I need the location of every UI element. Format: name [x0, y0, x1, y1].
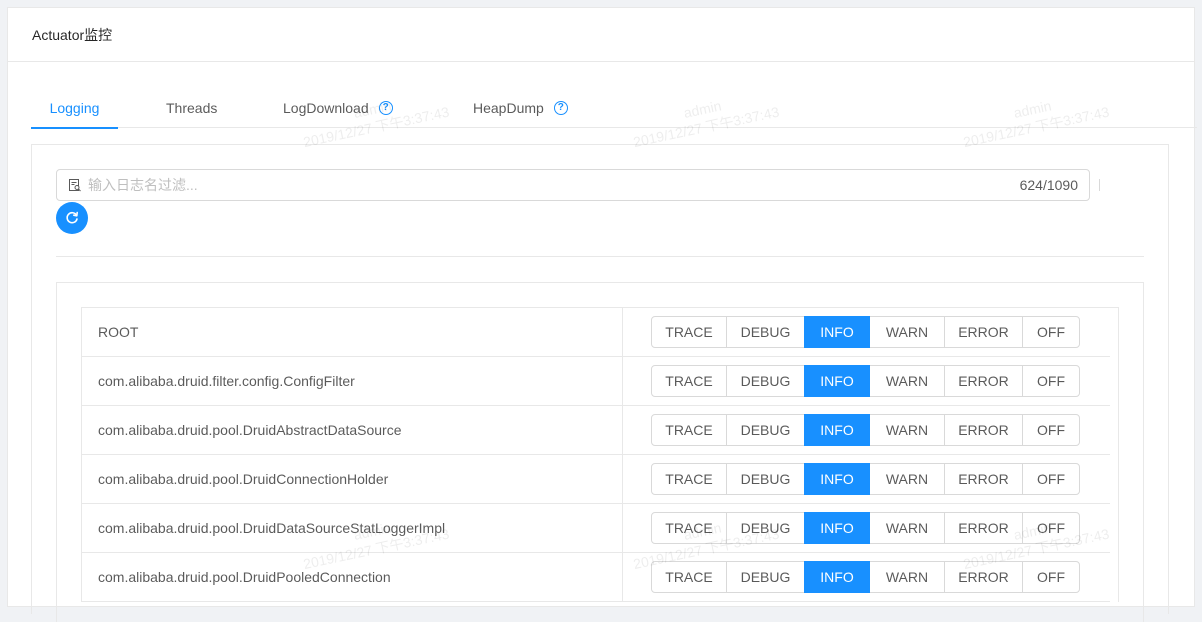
logger-name: com.alibaba.druid.pool.DruidAbstractData… — [82, 406, 623, 454]
level-debug-button[interactable]: DEBUG — [726, 512, 805, 544]
tab-threads[interactable]: Threads — [166, 87, 217, 128]
table-row: ROOT TRACE DEBUG INFO WARN ERROR OFF — [82, 308, 1110, 357]
log-level-radio-group: TRACE DEBUG INFO WARN ERROR OFF — [623, 455, 1110, 503]
level-trace-button[interactable]: TRACE — [651, 414, 727, 446]
log-level-buttons: TRACE DEBUG INFO WARN ERROR OFF — [651, 365, 1080, 397]
logger-table-container: ROOT TRACE DEBUG INFO WARN ERROR OFF com.alibab… — [56, 282, 1144, 622]
level-error-button[interactable]: ERROR — [944, 365, 1023, 397]
log-level-radio-group: TRACE DEBUG INFO WARN ERROR OFF — [623, 406, 1110, 454]
level-debug-button[interactable]: DEBUG — [726, 561, 805, 593]
level-off-button[interactable]: OFF — [1022, 463, 1080, 495]
table-row: com.alibaba.druid.pool.DruidDataSourceSt… — [82, 504, 1110, 553]
level-warn-button[interactable]: WARN — [869, 463, 945, 495]
level-warn-button[interactable]: WARN — [869, 365, 945, 397]
level-warn-button[interactable]: WARN — [869, 561, 945, 593]
page-title: Actuator监控 — [32, 26, 113, 43]
logger-table: ROOT TRACE DEBUG INFO WARN ERROR OFF com.alibab… — [81, 307, 1119, 602]
tab-logdownload[interactable]: LogDownload ? — [283, 87, 393, 128]
level-info-button[interactable]: INFO — [804, 365, 870, 397]
level-error-button[interactable]: ERROR — [944, 512, 1023, 544]
card-header: Actuator监控 — [8, 8, 1194, 62]
level-off-button[interactable]: OFF — [1022, 365, 1080, 397]
level-error-button[interactable]: ERROR — [944, 561, 1023, 593]
tab-bar: Logging Threads LogDownload ? HeapDump ? — [31, 87, 1197, 129]
level-trace-button[interactable]: TRACE — [651, 365, 727, 397]
section-divider — [56, 256, 1144, 257]
level-trace-button[interactable]: TRACE — [651, 463, 727, 495]
tab-logdownload-label: LogDownload — [283, 99, 369, 116]
log-level-radio-group: TRACE DEBUG INFO WARN ERROR OFF — [623, 504, 1110, 552]
level-error-button[interactable]: ERROR — [944, 414, 1023, 446]
question-circle-icon[interactable]: ? — [553, 100, 568, 115]
level-debug-button[interactable]: DEBUG — [726, 414, 805, 446]
logger-name: com.alibaba.druid.pool.DruidConnectionHo… — [82, 455, 623, 503]
level-trace-button[interactable]: TRACE — [651, 316, 727, 348]
log-level-radio-group: TRACE DEBUG INFO WARN ERROR OFF — [623, 553, 1110, 601]
tab-active-indicator — [31, 127, 118, 129]
table-row: com.alibaba.druid.pool.DruidAbstractData… — [82, 406, 1110, 455]
logger-name: com.alibaba.druid.pool.DruidDataSourceSt… — [82, 504, 623, 552]
logger-name: ROOT — [82, 308, 623, 356]
refresh-button[interactable] — [56, 202, 88, 234]
level-trace-button[interactable]: TRACE — [651, 561, 727, 593]
log-level-buttons: TRACE DEBUG INFO WARN ERROR OFF — [651, 561, 1080, 593]
level-trace-button[interactable]: TRACE — [651, 512, 727, 544]
level-warn-button[interactable]: WARN — [869, 316, 945, 348]
log-level-buttons: TRACE DEBUG INFO WARN ERROR OFF — [651, 316, 1080, 348]
tab-logging-label: Logging — [49, 99, 100, 116]
tab-logging[interactable]: Logging — [31, 87, 118, 129]
log-filter-input[interactable]: 输入日志名过滤... 624/1090 — [56, 169, 1090, 201]
logger-name: com.alibaba.druid.pool.DruidPooledConnec… — [82, 553, 623, 601]
table-row: com.alibaba.druid.filter.config.ConfigFi… — [82, 357, 1110, 406]
level-off-button[interactable]: OFF — [1022, 512, 1080, 544]
table-row: com.alibaba.druid.pool.DruidPooledConnec… — [82, 553, 1110, 602]
level-warn-button[interactable]: WARN — [869, 512, 945, 544]
log-level-radio-group: TRACE DEBUG INFO WARN ERROR OFF — [623, 308, 1110, 356]
tab-threads-label: Threads — [166, 99, 218, 116]
reload-icon — [66, 211, 78, 224]
level-off-button[interactable]: OFF — [1022, 414, 1080, 446]
file-search-icon — [68, 178, 82, 192]
log-level-buttons: TRACE DEBUG INFO WARN ERROR OFF — [651, 512, 1080, 544]
question-circle-icon[interactable]: ? — [378, 100, 393, 115]
log-level-radio-group: TRACE DEBUG INFO WARN ERROR OFF — [623, 357, 1110, 405]
level-error-button[interactable]: ERROR — [944, 316, 1023, 348]
log-level-buttons: TRACE DEBUG INFO WARN ERROR OFF — [651, 414, 1080, 446]
level-info-button[interactable]: INFO — [804, 561, 870, 593]
level-off-button[interactable]: OFF — [1022, 316, 1080, 348]
level-warn-button[interactable]: WARN — [869, 414, 945, 446]
level-off-button[interactable]: OFF — [1022, 561, 1080, 593]
level-info-button[interactable]: INFO — [804, 463, 870, 495]
level-debug-button[interactable]: DEBUG — [726, 316, 805, 348]
level-info-button[interactable]: INFO — [804, 414, 870, 446]
tab-heapdump[interactable]: HeapDump ? — [473, 87, 568, 128]
table-row: com.alibaba.druid.pool.DruidConnectionHo… — [82, 455, 1110, 504]
log-count: 624/1090 — [1019, 177, 1078, 193]
tab-heapdump-label: HeapDump — [473, 99, 544, 116]
level-debug-button[interactable]: DEBUG — [726, 463, 805, 495]
level-info-button[interactable]: INFO — [804, 316, 870, 348]
level-debug-button[interactable]: DEBUG — [726, 365, 805, 397]
logging-panel: 输入日志名过滤... 624/1090 ROOT TRACE DEBUG INFO WA… — [31, 144, 1169, 622]
log-filter-placeholder: 输入日志名过滤... — [88, 177, 198, 193]
search-divider — [1099, 179, 1100, 191]
log-level-buttons: TRACE DEBUG INFO WARN ERROR OFF — [651, 463, 1080, 495]
logger-name: com.alibaba.druid.filter.config.ConfigFi… — [82, 357, 623, 405]
level-info-button[interactable]: INFO — [804, 512, 870, 544]
level-error-button[interactable]: ERROR — [944, 463, 1023, 495]
